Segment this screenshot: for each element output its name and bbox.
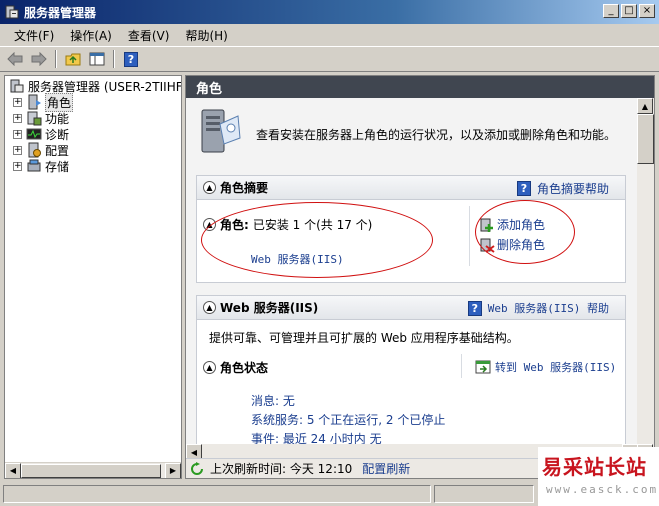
show-hide-tree-button[interactable] bbox=[86, 49, 108, 69]
close-button[interactable]: × bbox=[639, 4, 655, 18]
status-cell bbox=[434, 485, 534, 503]
services-status[interactable]: 系统服务: 5 个正在运行, 2 个已停止 bbox=[251, 411, 445, 428]
maximize-button[interactable]: □ bbox=[621, 4, 637, 18]
annotation-circle bbox=[475, 200, 575, 264]
title-bar: 服务器管理器 _ □ × bbox=[0, 0, 659, 24]
collapse-icon[interactable]: ▲ bbox=[203, 361, 216, 374]
configure-refresh-link[interactable]: 配置刷新 bbox=[362, 460, 410, 477]
roles-server-icon bbox=[201, 109, 241, 153]
menu-bar: 文件(F) 操作(A) 查看(V) 帮助(H) bbox=[0, 24, 659, 46]
minimize-button[interactable]: _ bbox=[603, 4, 619, 18]
tree-horizontal-scrollbar[interactable]: ◀ ▶ bbox=[5, 462, 181, 478]
annotation-circle bbox=[201, 202, 433, 278]
toolbar-separator bbox=[113, 50, 115, 68]
server-manager-icon bbox=[5, 5, 19, 19]
tree-item-configuration[interactable]: + 配置 bbox=[13, 142, 69, 158]
messages-status[interactable]: 消息: 无 bbox=[251, 392, 295, 409]
folder-up-icon bbox=[65, 53, 81, 66]
web-server-header: ▲ Web 服务器(IIS) ? Web 服务器(IIS) 帮助 bbox=[197, 296, 625, 320]
web-server-description: 提供可靠、可管理并且可扩展的 Web 应用程序基础结构。 bbox=[209, 331, 519, 345]
watermark-url: www.easck.com bbox=[546, 483, 659, 496]
tree-item-diagnostics[interactable]: + 诊断 bbox=[13, 126, 69, 142]
toolbar-separator bbox=[55, 50, 57, 68]
roles-icon bbox=[28, 94, 41, 110]
forward-arrow-icon bbox=[31, 52, 47, 66]
role-summary-header: ▲ 角色摘要 ? 角色摘要帮助 bbox=[197, 176, 625, 200]
divider bbox=[461, 354, 462, 378]
help-icon: ? bbox=[124, 51, 138, 67]
web-server-help-link[interactable]: ? Web 服务器(IIS) 帮助 bbox=[467, 300, 609, 316]
console-tree-icon bbox=[89, 52, 105, 66]
scroll-thumb[interactable] bbox=[637, 114, 654, 164]
web-server-section: ▲ Web 服务器(IIS) ? Web 服务器(IIS) 帮助 提供可靠、可管… bbox=[196, 295, 626, 460]
scroll-up-icon[interactable]: ▲ bbox=[637, 98, 653, 114]
watermark-title: 易采站长站 bbox=[542, 455, 647, 479]
menu-help[interactable]: 帮助(H) bbox=[177, 27, 235, 44]
expand-icon[interactable]: + bbox=[13, 161, 22, 171]
back-button[interactable] bbox=[4, 49, 26, 69]
expand-icon[interactable]: + bbox=[13, 97, 22, 107]
goto-label: 转到 Web 服务器(IIS) bbox=[495, 361, 617, 374]
tree-item-label: 配置 bbox=[45, 143, 70, 158]
tree-item-roles[interactable]: + 角色 bbox=[13, 92, 74, 112]
pane-body: 查看安装在服务器上角色的运行状况，以及添加或删除角色和功能。 ▲ 角色摘要 ? … bbox=[186, 98, 638, 460]
help-button[interactable]: ? bbox=[120, 49, 142, 69]
role-summary-title: 角色摘要 bbox=[220, 181, 269, 195]
tree-item-storage[interactable]: + 存储 bbox=[13, 158, 69, 174]
refresh-icon bbox=[191, 461, 203, 475]
console-tree: 服务器管理器 (USER-2TIIHF + 角色 + 功能 + 诊断 + 配置 … bbox=[4, 75, 182, 479]
watermark: 易采站长站 www.easck.com bbox=[538, 447, 659, 506]
server-manager-icon bbox=[10, 79, 24, 93]
menu-file[interactable]: 文件(F) bbox=[6, 27, 62, 44]
help-icon: ? bbox=[467, 300, 482, 316]
status-cell bbox=[3, 485, 431, 503]
back-arrow-icon bbox=[7, 52, 23, 66]
scroll-left-icon[interactable]: ◀ bbox=[5, 462, 21, 478]
menu-action[interactable]: 操作(A) bbox=[62, 27, 120, 44]
tree-item-features[interactable]: + 功能 bbox=[13, 110, 69, 126]
details-pane: 角色 查看安装在服务器上角色的运行状况，以及添加或删除角色和功能。 ▲ 角色摘要… bbox=[185, 75, 655, 479]
scroll-thumb[interactable] bbox=[21, 463, 161, 478]
help-link-label: 角色摘要帮助 bbox=[536, 182, 609, 196]
storage-icon bbox=[27, 159, 41, 172]
goto-web-server-link[interactable]: 转到 Web 服务器(IIS) bbox=[475, 359, 616, 375]
expand-icon[interactable]: + bbox=[13, 129, 22, 139]
intro-description: 查看安装在服务器上角色的运行状况，以及添加或删除角色和功能。 bbox=[256, 128, 617, 142]
divider bbox=[469, 206, 470, 266]
expand-icon[interactable]: + bbox=[13, 145, 22, 155]
up-folder-button[interactable] bbox=[62, 49, 84, 69]
role-summary-section: ▲ 角色摘要 ? 角色摘要帮助 ▲ 角色: 已安装 1 个(共 17 个) We… bbox=[196, 175, 626, 283]
role-status-row: ▲ 角色状态 bbox=[203, 359, 268, 376]
last-refresh-label: 上次刷新时间: 今天 12:10 bbox=[210, 462, 353, 476]
tree-root[interactable]: 服务器管理器 (USER-2TIIHF bbox=[9, 78, 181, 94]
role-status-title: 角色状态 bbox=[220, 361, 269, 375]
diagnostics-icon bbox=[26, 128, 42, 140]
collapse-icon[interactable]: ▲ bbox=[203, 301, 216, 314]
collapse-icon[interactable]: ▲ bbox=[203, 181, 216, 194]
tree-item-label: 功能 bbox=[45, 111, 70, 126]
window-title: 服务器管理器 bbox=[24, 5, 97, 20]
help-link-label: Web 服务器(IIS) 帮助 bbox=[487, 302, 609, 315]
forward-button[interactable] bbox=[28, 49, 50, 69]
pane-vertical-scrollbar[interactable]: ▲ ▼ bbox=[637, 98, 654, 460]
role-summary-help-link[interactable]: ? 角色摘要帮助 bbox=[516, 180, 609, 197]
features-icon bbox=[27, 111, 42, 126]
scroll-right-icon[interactable]: ▶ bbox=[165, 462, 181, 478]
tree-item-label: 诊断 bbox=[45, 127, 70, 142]
goto-icon bbox=[475, 360, 491, 374]
toolbar: ? bbox=[0, 46, 659, 72]
web-server-title: Web 服务器(IIS) bbox=[220, 301, 319, 315]
configuration-icon bbox=[28, 142, 41, 158]
menu-view[interactable]: 查看(V) bbox=[120, 27, 178, 44]
help-icon: ? bbox=[516, 181, 531, 196]
tree-item-label: 存储 bbox=[45, 159, 70, 174]
pane-header: 角色 bbox=[186, 76, 654, 98]
expand-icon[interactable]: + bbox=[13, 113, 22, 123]
